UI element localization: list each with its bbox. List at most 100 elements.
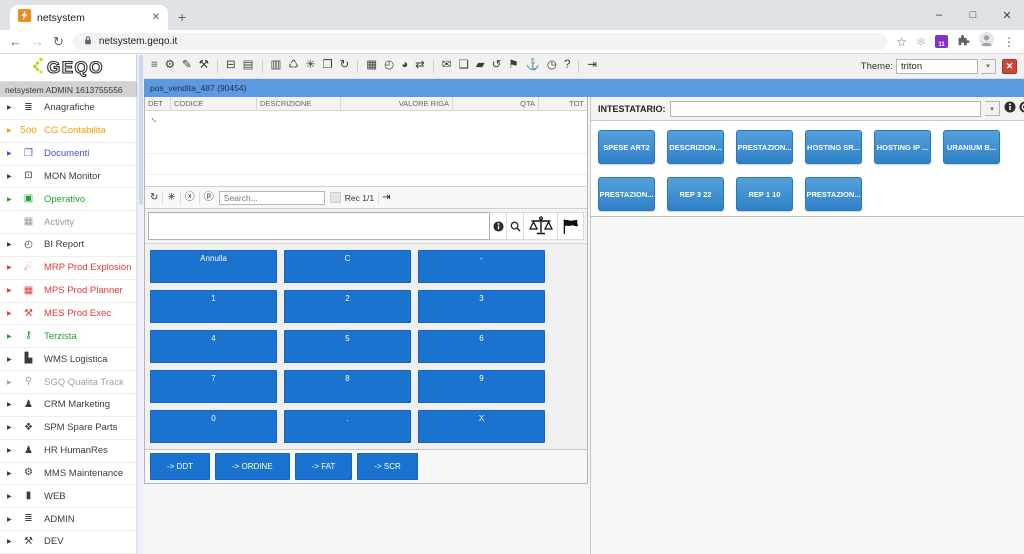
new-tab-button[interactable]: + (178, 9, 186, 25)
logout-icon[interactable]: ⇥ (587, 60, 597, 72)
maximize-button[interactable]: □ (956, 0, 990, 30)
action-button[interactable]: -> FAT (295, 453, 353, 480)
trash-icon[interactable]: ♺ (288, 60, 298, 72)
browser-menu-icon[interactable]: ⋮ (1003, 36, 1015, 48)
sidebar-item[interactable]: ▶ ☄ MRP Prod Explosion (0, 257, 136, 280)
asterisk-icon[interactable]: ✳ (306, 60, 316, 72)
history-icon[interactable]: ↺ (492, 60, 502, 72)
help-icon[interactable]: ? (564, 60, 570, 72)
note-icon[interactable]: ▰ (476, 60, 485, 72)
bookmark-star-icon[interactable]: ☆ (896, 36, 907, 48)
product-button[interactable]: HOSTING IP ... (874, 130, 931, 164)
refresh-icon[interactable]: ↻ (150, 193, 158, 203)
product-button[interactable]: PRESTAZION... (598, 177, 655, 211)
keypad-button[interactable]: 3 (418, 290, 545, 323)
clipped-circle-icon[interactable] (1019, 100, 1024, 118)
keypad-button[interactable]: 4 (150, 330, 277, 363)
sidebar-item[interactable]: ▶ ▦ Activity (0, 211, 136, 234)
sidebar-item[interactable]: ▶ ≣ Anagrafiche (0, 97, 136, 120)
copy-icon[interactable]: ❐ (322, 60, 332, 72)
dashboard-icon[interactable]: ◴ (384, 60, 394, 72)
keypad-button[interactable]: 6 (418, 330, 545, 363)
sidebar-item[interactable]: ▶ ⚷ Terzista (0, 325, 136, 348)
separator[interactable] (578, 60, 579, 73)
excel-export-icon[interactable]: ⓧ (185, 193, 195, 203)
keypad-button[interactable]: Annulla (150, 250, 277, 283)
edit-icon[interactable]: ✎ (182, 60, 192, 72)
clock-icon[interactable]: ◷ (547, 60, 557, 72)
refresh-icon[interactable]: ↻ (340, 60, 350, 72)
product-button[interactable]: SPESE ART2 (598, 130, 655, 164)
keypad-button[interactable]: - (418, 250, 545, 283)
reload-icon[interactable]: ↻ (53, 35, 64, 48)
close-button[interactable]: ✕ (990, 0, 1024, 30)
exchange-icon[interactable]: ⇄ (415, 60, 425, 72)
grid-column-header[interactable]: DESCRIZIONE (257, 97, 341, 110)
back-icon[interactable]: ← (9, 35, 22, 48)
product-button[interactable]: DESCRIZION... (667, 130, 724, 164)
intestatario-combo[interactable] (670, 101, 982, 117)
action-button[interactable]: -> SCR (357, 453, 417, 480)
asterisk-icon[interactable]: ✳ (167, 193, 175, 203)
separator[interactable] (217, 60, 218, 73)
chevron-down-icon[interactable]: ▾ (985, 101, 1000, 116)
envelope-icon[interactable]: ✉ (442, 60, 452, 72)
print-icon[interactable]: ▤ (243, 60, 254, 72)
pager-filter-box[interactable] (330, 192, 341, 203)
keypad-button[interactable]: X (418, 410, 545, 443)
flag-icon[interactable]: ⚑ (508, 60, 518, 72)
pie-chart-icon[interactable]: ◕ (401, 60, 408, 72)
separator[interactable] (433, 60, 434, 73)
forward-icon[interactable]: → (31, 35, 44, 48)
product-button[interactable]: REP 3 22 (667, 177, 724, 211)
keypad-button[interactable]: 1 (150, 290, 277, 323)
table-icon[interactable]: ▦ (366, 60, 377, 72)
save-icon[interactable]: ⊟ (226, 60, 236, 72)
browser-tab[interactable]: netsystem ✕ (10, 5, 168, 30)
extension-snowflake-icon[interactable]: ❄ (916, 36, 926, 48)
sidebar-item[interactable]: ▶ ❖ SPM Spare Parts (0, 417, 136, 440)
profile-avatar[interactable] (979, 32, 994, 52)
info-icon[interactable] (490, 212, 507, 240)
keypad-button[interactable]: . (284, 410, 411, 443)
menu-icon[interactable]: ≡ (151, 60, 158, 72)
scrollbar-thumb[interactable] (139, 55, 143, 205)
search-icon[interactable] (507, 212, 524, 240)
grid-column-header[interactable]: TOT (539, 97, 587, 110)
separator[interactable] (162, 192, 163, 204)
action-button[interactable]: -> DDT (150, 453, 210, 480)
product-button[interactable]: HOSTING SR... (805, 130, 862, 164)
grid-column-header[interactable]: VALORE RIGA (341, 97, 453, 110)
sidebar-item[interactable]: ▶ ⊡ MON Monitor (0, 166, 136, 189)
address-field[interactable]: netsystem.geqo.it (73, 33, 887, 50)
separator[interactable] (262, 60, 263, 73)
sidebar-item[interactable]: ▶ 5oo CG Contabilita (0, 120, 136, 143)
theme-select[interactable]: triton (896, 59, 978, 74)
last-record-icon[interactable]: ⇥ (382, 192, 390, 203)
pdf-export-icon[interactable]: ⓟ (204, 193, 214, 203)
sidebar-item[interactable]: ▶ ♟ CRM Marketing (0, 394, 136, 417)
sidebar-item[interactable]: ▶ ⚲ SGQ Qualita Track (0, 371, 136, 394)
sidebar-item[interactable]: ▶ ▣ Operativo (0, 188, 136, 211)
module-tab-bar[interactable]: pos_vendita_487 (90454) (144, 79, 1024, 97)
sidebar-item[interactable]: ▶ ⚙ MMS Maintenance (0, 463, 136, 486)
sidebar-item[interactable]: ▶ ≣ ADMIN (0, 508, 136, 531)
sidebar-item[interactable]: ▶ ▦ MPS Prod Planner (0, 280, 136, 303)
wrench-icon[interactable]: ⚒ (199, 60, 209, 72)
extensions-puzzle-icon[interactable] (957, 33, 970, 51)
panel-close-button[interactable]: ✕ (1002, 59, 1017, 74)
action-button[interactable]: -> ORDINE (215, 453, 290, 480)
extension-purple-icon[interactable]: 11 (935, 35, 948, 48)
anchor-icon[interactable]: ⚓ (526, 60, 540, 72)
scales-icon[interactable] (524, 212, 558, 240)
keypad-button[interactable]: 2 (284, 290, 411, 323)
sidebar-item[interactable]: ▶ ♟ HR HumanRes (0, 440, 136, 463)
tab-close-icon[interactable]: ✕ (152, 12, 160, 23)
keypad-button[interactable]: 5 (284, 330, 411, 363)
sidebar-item[interactable]: ▶ ⚒ DEV (0, 531, 136, 554)
columns-icon[interactable]: ▥ (271, 60, 282, 72)
product-button[interactable]: REP 1 10 (736, 177, 793, 211)
keypad-button[interactable]: 9 (418, 370, 545, 403)
search-input[interactable] (219, 191, 325, 205)
flag-icon[interactable] (558, 212, 584, 240)
